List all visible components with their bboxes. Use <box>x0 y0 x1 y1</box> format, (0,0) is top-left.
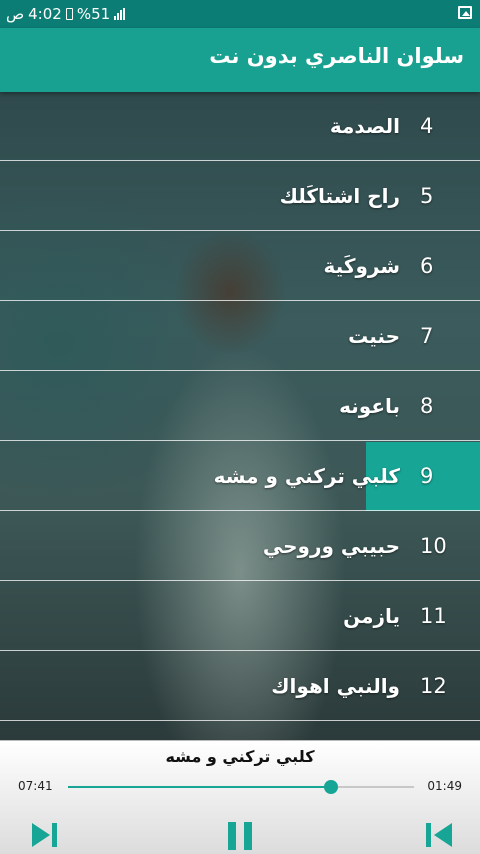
song-name: والنبي اهواك <box>271 674 400 698</box>
song-row[interactable]: حنيت 7 <box>0 302 480 371</box>
seek-bar-thumb[interactable] <box>323 780 338 794</box>
pause-icon <box>228 822 252 850</box>
media-player: كلبي تركني و مشه 07:41 01:49 <box>0 740 480 854</box>
song-name: حبيبي وروحي <box>262 534 400 558</box>
song-name: يازمن <box>343 604 400 628</box>
song-number: 8 <box>420 394 434 418</box>
previous-button[interactable] <box>424 821 454 851</box>
seek-bar-fill <box>68 786 331 788</box>
battery-percent: %51 <box>76 5 111 23</box>
song-name: حنيت <box>348 324 400 348</box>
song-name: كلبي تركني و مشه <box>213 464 400 488</box>
app-bar: سلوان الناصري بدون نت <box>0 28 480 92</box>
clock: 4:02 <box>28 5 62 23</box>
song-name: شروكَية <box>323 254 400 278</box>
skip-next-icon <box>32 823 57 847</box>
song-row[interactable]: حبيبي وروحي 10 <box>0 512 480 581</box>
song-row[interactable]: شروكَية 6 <box>0 232 480 301</box>
song-row-active[interactable]: كلبي تركني و مشه 9 <box>0 442 480 511</box>
song-name: الصدمة <box>329 114 400 138</box>
status-bar: ص 4:02 %51 <box>0 0 480 28</box>
song-row[interactable]: يازمن 11 <box>0 582 480 651</box>
song-row[interactable]: والنبي اهواك 12 <box>0 652 480 721</box>
song-number: 10 <box>420 534 447 558</box>
song-row[interactable]: باعونه 8 <box>0 372 480 441</box>
carrier-text: ص <box>6 5 25 23</box>
app-title: سلوان الناصري بدون نت <box>209 44 464 68</box>
seek-bar[interactable] <box>68 780 414 794</box>
elapsed-time: 07:41 <box>18 779 53 793</box>
song-list[interactable]: الصدمة 4 راح اشتاكَلك 5 شروكَية 6 حنيت 7… <box>0 92 480 740</box>
song-number: 7 <box>420 324 434 348</box>
song-number: 4 <box>420 114 434 138</box>
status-left: ص 4:02 %51 <box>6 5 126 23</box>
signal-icon <box>114 8 126 20</box>
song-row[interactable]: راح اشتاكَلك 5 <box>0 162 480 231</box>
song-number: 5 <box>420 184 434 208</box>
next-button[interactable] <box>30 821 60 851</box>
song-number: 6 <box>420 254 434 278</box>
song-number: 11 <box>420 604 447 628</box>
remaining-time: 01:49 <box>427 779 462 793</box>
skip-previous-icon <box>426 823 452 847</box>
battery-icon <box>65 8 73 20</box>
now-playing-title: كلبي تركني و مشه <box>165 747 315 766</box>
song-row[interactable]: الصدمة 4 <box>0 92 480 161</box>
song-name: باعونه <box>339 394 400 418</box>
song-name: راح اشتاكَلك <box>279 184 400 208</box>
song-number: 12 <box>420 674 447 698</box>
image-notification-icon <box>458 6 472 19</box>
pause-button[interactable] <box>226 821 254 851</box>
song-number: 9 <box>420 464 434 488</box>
